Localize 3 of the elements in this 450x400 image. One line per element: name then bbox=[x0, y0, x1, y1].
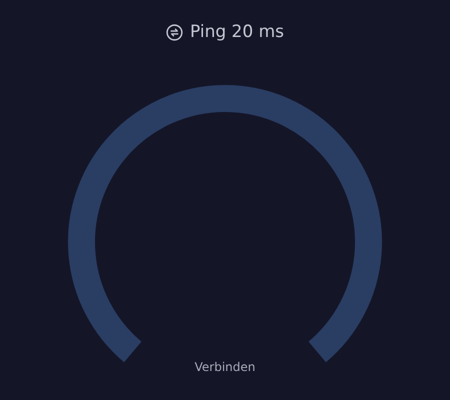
ping-icon bbox=[166, 24, 183, 40]
status-label: Verbinden bbox=[194, 360, 256, 374]
ping-reading: Ping 20 ms bbox=[190, 21, 284, 44]
